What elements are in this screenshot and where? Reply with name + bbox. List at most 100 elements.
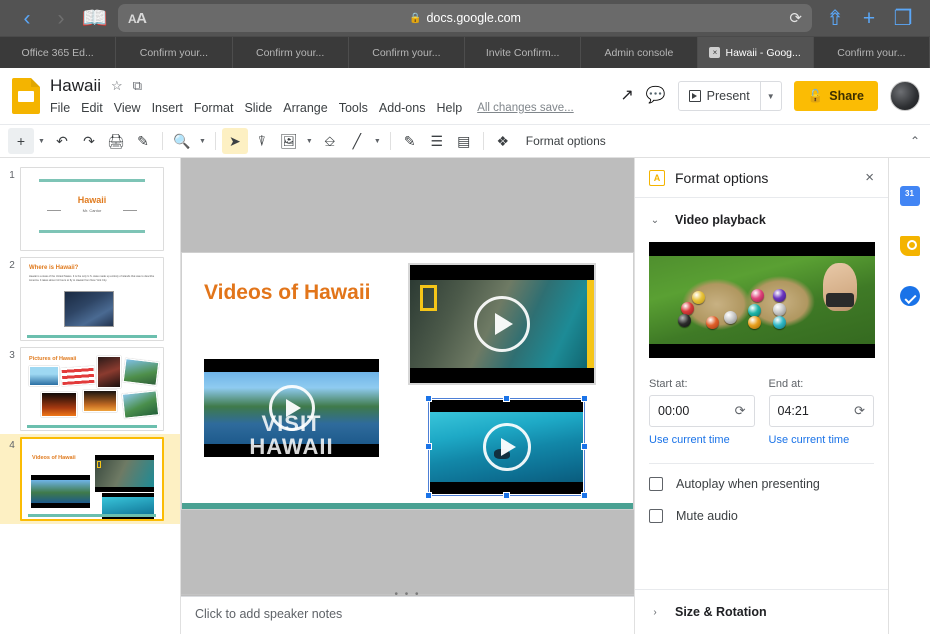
document-title[interactable]: Hawaii [50,76,101,96]
browser-tab[interactable]: Office 365 Ed... [0,37,117,68]
slide-title-text[interactable]: Videos of Hawaii [204,281,371,305]
mute-checkbox-row[interactable]: Mute audio [649,500,874,532]
play-button-icon[interactable] [268,385,315,431]
google-keep-icon[interactable] [899,236,920,256]
slide-thumbnail-current[interactable]: Videos of Hawaii [20,437,164,521]
start-time-input[interactable]: 00:00 ⟳ [649,395,755,427]
move-to-folder-icon[interactable]: ⧉ [133,79,142,92]
transition-icon[interactable]: ❖ [490,128,516,154]
forward-icon[interactable]: › [44,3,78,33]
undo-icon[interactable]: ↶ [49,128,75,154]
share-button[interactable]: 🔓 Share [793,81,878,111]
menu-arrange[interactable]: Arrange [283,101,327,115]
browser-tab[interactable]: Confirm your... [349,37,465,68]
insert-image-icon[interactable]: 🖼 [276,128,302,154]
share-icon[interactable]: ⇮ [818,3,852,33]
start-time-refresh-icon[interactable]: ⟳ [735,403,746,419]
play-button-icon[interactable] [474,296,530,352]
start-use-current-time-link[interactable]: Use current time [649,434,755,446]
resize-handle-nw[interactable] [425,395,432,402]
back-icon[interactable]: ‹ [10,3,44,33]
slide-thumbnail[interactable]: Hawaii Mr. Cantor [20,167,164,251]
align-icon[interactable]: ☰ [424,128,450,154]
video-playback-section-header[interactable]: ⌄ Video playback [649,198,874,242]
browser-tab[interactable]: Confirm your... [814,37,930,68]
new-tab-icon[interactable]: + [852,3,886,33]
slide-canvas-area[interactable]: Videos of Hawaii VISIT HAWAII • • • Clic… [181,158,634,634]
filmstrip-slide-3[interactable]: 3 Pictures of Hawaii [0,344,180,434]
pen-icon[interactable]: ✎ [397,128,423,154]
star-icon[interactable]: ☆ [111,79,123,92]
current-slide[interactable]: Videos of Hawaii VISIT HAWAII [182,253,633,509]
activity-dashboard-icon[interactable]: ↗ [620,88,633,104]
format-options-toolbar-label[interactable]: Format options [526,134,606,148]
close-icon[interactable]: × [865,169,874,186]
save-status[interactable]: All changes save... [477,102,574,114]
present-dropdown-icon[interactable]: ▼ [759,82,781,110]
text-box-icon[interactable]: ⍒ [249,128,275,154]
end-time-input[interactable]: 04:21 ⟳ [768,395,874,427]
resize-handle-e[interactable] [581,443,588,450]
shape-icon[interactable]: ⎒ [317,128,343,154]
browser-tab-active[interactable]: × Hawaii - Goog... [697,37,814,68]
new-slide-dropdown-icon[interactable]: ▼ [35,138,48,145]
redo-icon[interactable]: ↷ [76,128,102,154]
menu-add-ons[interactable]: Add-ons [379,101,426,115]
slide-thumbnail[interactable]: Where is Hawaii? Hawaii is a state of th… [20,257,164,341]
browser-tab[interactable]: Invite Confirm... [465,37,582,68]
comment-icon[interactable]: 💬 [646,88,666,104]
insert-image-dropdown-icon[interactable]: ▼ [303,138,316,145]
zoom-icon[interactable]: 🔍 [169,128,195,154]
size-rotation-section-header[interactable]: › Size & Rotation [649,590,874,634]
address-bar[interactable]: AA 🔒 docs.google.com ⟳ [118,4,812,32]
browser-tab[interactable]: Admin console [581,37,698,68]
resize-handle-sw[interactable] [425,492,432,499]
collapse-toolbar-icon[interactable]: ⌃ [910,134,920,148]
mute-audio-checkbox[interactable] [649,509,663,523]
menu-slide[interactable]: Slide [244,101,272,115]
google-slides-logo-icon[interactable] [12,78,40,114]
zoom-dropdown-icon[interactable]: ▼ [196,138,209,145]
filmstrip-slide-2[interactable]: 2 Where is Hawaii? Hawaii is a state of … [0,254,180,344]
reload-icon[interactable]: ⟳ [789,9,802,27]
resize-handle-n[interactable] [502,395,510,402]
end-use-current-time-link[interactable]: Use current time [769,434,875,446]
menu-insert[interactable]: Insert [152,101,183,115]
resize-handle-ne[interactable] [581,395,588,402]
show-tabs-icon[interactable]: ❐ [886,3,920,33]
avatar[interactable] [890,81,920,111]
bookmarks-icon[interactable]: 📖 [78,3,112,33]
google-tasks-icon[interactable] [899,286,920,306]
menu-tools[interactable]: Tools [339,101,368,115]
video-thumbnail-preview[interactable] [649,242,875,358]
line-icon[interactable]: ╱ [344,128,370,154]
browser-tab[interactable]: Confirm your... [116,37,233,68]
resize-handle-w[interactable] [425,443,432,450]
menu-edit[interactable]: Edit [81,101,103,115]
select-tool-icon[interactable]: ➤ [221,128,248,154]
resize-handle-se[interactable] [581,492,588,499]
print-icon[interactable]: 🖨 [103,128,129,154]
end-time-refresh-icon[interactable]: ⟳ [854,403,865,419]
present-button[interactable]: Present ▼ [677,81,782,111]
new-slide-button[interactable]: + [8,128,34,154]
filmstrip-slide-4[interactable]: 4 Videos of Hawaii [0,434,180,524]
paint-format-icon[interactable]: ✎ [130,128,156,154]
reader-size-icon[interactable]: AA [128,10,147,27]
line-dropdown-icon[interactable]: ▼ [371,138,384,145]
menu-file[interactable]: File [50,101,70,115]
close-icon[interactable]: × [709,47,721,58]
slide-thumbnail[interactable]: Pictures of Hawaii [20,347,164,431]
present-main[interactable]: Present [679,82,760,110]
autoplay-checkbox[interactable] [649,477,663,491]
visit-hawaii-video[interactable]: VISIT HAWAII [204,359,379,457]
autoplay-checkbox-row[interactable]: Autoplay when presenting [649,468,874,500]
google-calendar-icon[interactable] [899,186,920,206]
filmstrip-slide-1[interactable]: 1 Hawaii Mr. Cantor [0,164,180,254]
resize-handle-s[interactable] [502,492,510,499]
layout-icon[interactable]: ▤ [451,128,477,154]
slide-filmstrip[interactable]: 1 Hawaii Mr. Cantor 2 Where is Hawaii? H… [0,158,181,634]
menu-format[interactable]: Format [194,101,234,115]
menu-help[interactable]: Help [436,101,462,115]
speaker-notes-pane[interactable]: Click to add speaker notes [181,596,634,634]
